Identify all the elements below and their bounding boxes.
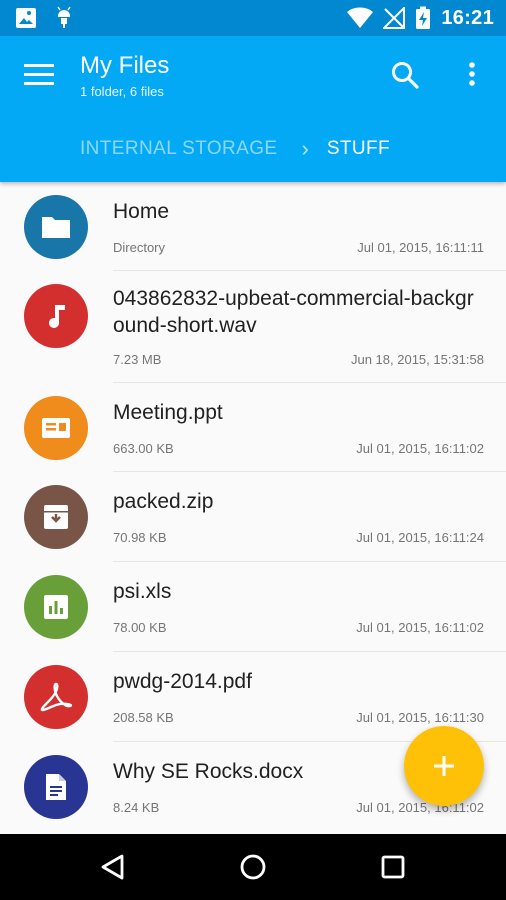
- file-size: 663.00 KB: [113, 441, 174, 456]
- file-meta: Directory Jul 01, 2015, 16:11:11: [113, 240, 484, 255]
- file-date: Jun 18, 2015, 15:31:58: [350, 352, 484, 367]
- file-date: Jul 01, 2015, 16:11:02: [356, 620, 484, 635]
- file-date: Jul 01, 2015, 16:11:11: [357, 240, 484, 255]
- file-row-zip[interactable]: packed.zip 70.98 KB Jul 01, 2015, 16:11:…: [0, 472, 506, 562]
- archive-icon: [24, 485, 88, 549]
- file-meta: 78.00 KB Jul 01, 2015, 16:11:02: [113, 620, 484, 635]
- system-navigation-bar: [0, 834, 506, 900]
- search-icon: [392, 62, 419, 89]
- menu-button[interactable]: [24, 62, 56, 88]
- file-name: Home: [113, 200, 170, 223]
- battery-charging-icon: [416, 6, 431, 29]
- clock-time: 16:21: [441, 6, 494, 29]
- file-size: Directory: [113, 240, 166, 255]
- file-meta: 663.00 KB Jul 01, 2015, 16:11:02: [113, 441, 484, 456]
- file-meta: 70.98 KB Jul 01, 2015, 16:11:24: [113, 530, 484, 545]
- file-size: 8.24 KB: [113, 800, 160, 815]
- file-size: 78.00 KB: [113, 620, 167, 635]
- home-circle-icon: [240, 854, 266, 880]
- presentation-icon: [24, 396, 88, 460]
- home-button[interactable]: [238, 852, 268, 882]
- file-row-home[interactable]: Home Directory Jul 01, 2015, 16:11:11: [0, 182, 506, 271]
- recents-square-icon: [381, 855, 405, 879]
- plus-icon: [434, 756, 454, 776]
- chevron-right-icon: ›: [301, 136, 309, 161]
- file-date: Jul 01, 2015, 16:11:24: [356, 530, 484, 545]
- photo-notification-icon: [16, 8, 36, 28]
- add-file-fab[interactable]: [404, 726, 484, 806]
- breadcrumb-stuff[interactable]: STUFF: [327, 138, 390, 160]
- pdf-icon: [24, 665, 88, 729]
- file-name: Meeting.ppt: [113, 401, 223, 424]
- file-size: 7.23 MB: [113, 352, 162, 367]
- file-meta: 208.58 KB Jul 01, 2015, 16:11:30: [113, 710, 484, 725]
- file-name: pwdg-2014.pdf: [113, 670, 252, 693]
- more-options-button[interactable]: [462, 60, 482, 90]
- file-name: psi.xls: [113, 580, 172, 603]
- file-date: Jul 01, 2015, 16:11:02: [356, 800, 484, 815]
- back-button[interactable]: [98, 852, 128, 882]
- breadcrumb-internal-storage[interactable]: INTERNAL STORAGE: [80, 138, 278, 160]
- file-size: 208.58 KB: [113, 710, 174, 725]
- music-note-icon: [24, 284, 88, 348]
- file-date: Jul 01, 2015, 16:11:02: [356, 441, 484, 456]
- app-bar: My Files 1 folder, 6 files INTERNAL STOR…: [0, 36, 506, 182]
- breadcrumb: INTERNAL STORAGE › STUFF: [80, 136, 390, 162]
- spreadsheet-icon: [24, 575, 88, 639]
- search-button[interactable]: [390, 60, 420, 90]
- android-debug-icon: [57, 6, 71, 28]
- back-triangle-icon: [101, 854, 124, 880]
- file-name: 043862832-upbeat-commercial-background-s…: [113, 287, 474, 337]
- page-subtitle: 1 folder, 6 files: [80, 84, 164, 99]
- file-name: packed.zip: [113, 490, 214, 513]
- recents-button[interactable]: [378, 852, 408, 882]
- file-meta: 7.23 MB Jun 18, 2015, 15:31:58: [113, 352, 484, 367]
- document-icon: [24, 755, 88, 819]
- file-row-wav[interactable]: 043862832-upbeat-commercial-background-s…: [0, 271, 506, 383]
- file-size: 70.98 KB: [113, 530, 167, 545]
- status-bar: 16:21: [0, 0, 506, 36]
- page-title: My Files: [80, 52, 170, 79]
- wifi-icon: [347, 7, 374, 28]
- file-row-xls[interactable]: psi.xls 78.00 KB Jul 01, 2015, 16:11:02: [0, 562, 506, 652]
- more-vert-icon: [469, 62, 475, 86]
- hamburger-menu-icon: [24, 64, 54, 85]
- file-row-ppt[interactable]: Meeting.ppt 663.00 KB Jul 01, 2015, 16:1…: [0, 383, 506, 472]
- signal-off-icon: [383, 7, 406, 29]
- file-date: Jul 01, 2015, 16:11:30: [356, 710, 484, 725]
- folder-icon: [24, 195, 88, 259]
